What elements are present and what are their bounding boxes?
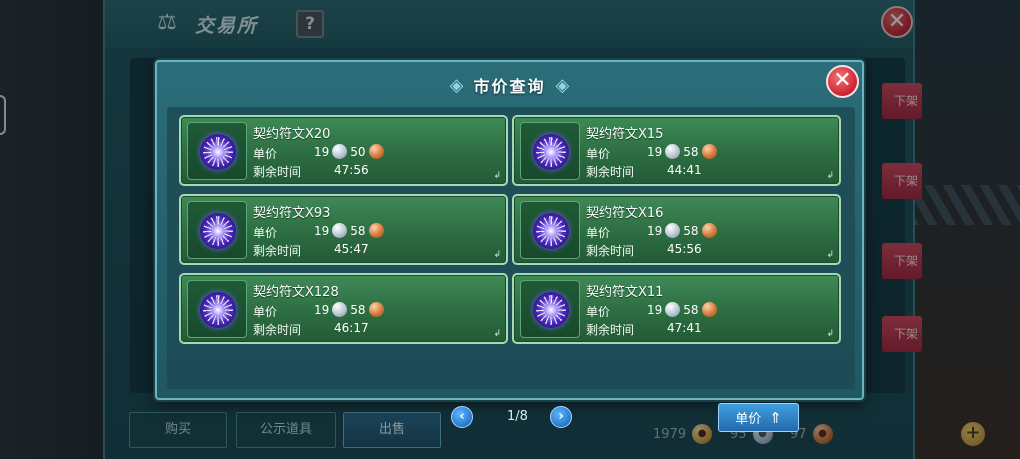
unit-price-label: 单价 bbox=[586, 226, 611, 240]
time-remaining-label: 剩余时间 bbox=[586, 244, 635, 258]
listing-card[interactable]: 契约符文X128 单价 19 58 剩余时间 46:17 ↲ bbox=[179, 273, 508, 344]
corner-mark-icon: ↲ bbox=[826, 329, 834, 339]
silver-coin-icon bbox=[332, 223, 348, 238]
copper-coin-icon bbox=[368, 144, 384, 159]
listing-grid: 契约符文X20 单价 19 50 剩余时间 47:56 ↲ 契约符文X15 单价… bbox=[167, 107, 855, 432]
corner-mark-icon: ↲ bbox=[493, 250, 501, 260]
unit-price: 19 58 bbox=[314, 302, 384, 317]
item-frame bbox=[187, 201, 247, 259]
page-indicator: 1/8 bbox=[507, 409, 528, 424]
item-name: 契约符文X11 bbox=[586, 285, 664, 300]
dialog-title: 市价查询 bbox=[473, 77, 546, 96]
item-name: 契约符文X93 bbox=[253, 206, 331, 221]
silver-price: 19 bbox=[314, 144, 330, 159]
item-frame bbox=[520, 201, 580, 259]
time-remaining: 47:41 bbox=[667, 321, 702, 335]
item-frame bbox=[520, 122, 580, 180]
unit-price: 19 58 bbox=[647, 223, 717, 238]
copper-price: 58 bbox=[683, 144, 699, 159]
unit-price-label: 单价 bbox=[253, 305, 278, 319]
listing-card[interactable]: 契约符文X15 单价 19 58 剩余时间 44:41 ↲ bbox=[512, 115, 841, 186]
time-remaining: 46:17 bbox=[334, 321, 369, 335]
copper-price: 58 bbox=[683, 223, 699, 238]
silver-price: 19 bbox=[647, 223, 663, 238]
corner-mark-icon: ↲ bbox=[493, 171, 501, 181]
purple-rune-icon bbox=[533, 134, 569, 170]
time-remaining-label: 剩余时间 bbox=[253, 244, 302, 258]
silver-price: 19 bbox=[314, 302, 330, 317]
sort-by-unit-price-button[interactable]: 单价 ⇑ bbox=[718, 403, 799, 432]
unit-price: 19 50 bbox=[314, 144, 384, 159]
time-remaining: 45:56 bbox=[667, 242, 702, 256]
copper-price: 58 bbox=[350, 302, 366, 317]
copper-price: 58 bbox=[683, 302, 699, 317]
copper-coin-icon bbox=[701, 144, 717, 159]
copper-price: 58 bbox=[350, 223, 366, 238]
sort-button-label: 单价 bbox=[735, 412, 762, 427]
corner-mark-icon: ↲ bbox=[493, 329, 501, 339]
market-price-dialog: ◈ 市价查询 ◈ ✕ 契约符文X20 单价 19 50 剩余时间 47:56 ↲… bbox=[155, 60, 864, 432]
corner-mark-icon: ↲ bbox=[826, 171, 834, 181]
listing-card[interactable]: 契约符文X16 单价 19 58 剩余时间 45:56 ↲ bbox=[512, 194, 841, 265]
sort-arrow-icon: ⇑ bbox=[769, 408, 782, 427]
item-name: 契约符文X15 bbox=[586, 127, 664, 142]
time-remaining-label: 剩余时间 bbox=[586, 165, 635, 179]
corner-mark-icon: ↲ bbox=[826, 250, 834, 260]
listing-card[interactable]: 契约符文X11 单价 19 58 剩余时间 47:41 ↲ bbox=[512, 273, 841, 344]
purple-rune-icon bbox=[533, 292, 569, 328]
unit-price-label: 单价 bbox=[253, 147, 278, 161]
time-remaining-label: 剩余时间 bbox=[253, 165, 302, 179]
purple-rune-icon bbox=[200, 292, 236, 328]
copper-coin-icon bbox=[368, 223, 384, 238]
listing-card[interactable]: 契约符文X20 单价 19 50 剩余时间 47:56 ↲ bbox=[179, 115, 508, 186]
item-name: 契约符文X16 bbox=[586, 206, 664, 221]
item-frame bbox=[187, 122, 247, 180]
purple-rune-icon bbox=[533, 213, 569, 249]
silver-coin-icon bbox=[665, 223, 681, 238]
unit-price: 19 58 bbox=[314, 223, 384, 238]
unit-price-label: 单价 bbox=[586, 305, 611, 319]
ornament-left-icon: ◈ bbox=[449, 74, 464, 96]
listing-card[interactable]: 契约符文X93 单价 19 58 剩余时间 45:47 ↲ bbox=[179, 194, 508, 265]
prev-page-button[interactable]: ‹ bbox=[451, 406, 473, 428]
silver-price: 19 bbox=[647, 144, 663, 159]
item-frame bbox=[520, 280, 580, 338]
time-remaining: 47:56 bbox=[334, 163, 369, 177]
time-remaining: 44:41 bbox=[667, 163, 702, 177]
copper-coin-icon bbox=[701, 302, 717, 317]
unit-price-label: 单价 bbox=[253, 226, 278, 240]
silver-coin-icon bbox=[332, 144, 348, 159]
dialog-close-button[interactable]: ✕ bbox=[826, 65, 859, 98]
unit-price: 19 58 bbox=[647, 144, 717, 159]
silver-coin-icon bbox=[665, 144, 681, 159]
unit-price-label: 单价 bbox=[586, 147, 611, 161]
time-remaining-label: 剩余时间 bbox=[253, 323, 302, 337]
silver-coin-icon bbox=[332, 302, 348, 317]
time-remaining: 45:47 bbox=[334, 242, 369, 256]
silver-price: 19 bbox=[647, 302, 663, 317]
copper-price: 50 bbox=[350, 144, 366, 159]
next-page-button[interactable]: › bbox=[550, 406, 572, 428]
copper-coin-icon bbox=[701, 223, 717, 238]
silver-coin-icon bbox=[665, 302, 681, 317]
unit-price: 19 58 bbox=[647, 302, 717, 317]
copper-coin-icon bbox=[368, 302, 384, 317]
ornament-right-icon: ◈ bbox=[555, 74, 570, 96]
silver-price: 19 bbox=[314, 223, 330, 238]
time-remaining-label: 剩余时间 bbox=[586, 323, 635, 337]
item-name: 契约符文X128 bbox=[253, 285, 339, 300]
purple-rune-icon bbox=[200, 213, 236, 249]
dialog-title-bar: ◈ 市价查询 ◈ bbox=[407, 70, 612, 100]
purple-rune-icon bbox=[200, 134, 236, 170]
item-frame bbox=[187, 280, 247, 338]
item-name: 契约符文X20 bbox=[253, 127, 331, 142]
